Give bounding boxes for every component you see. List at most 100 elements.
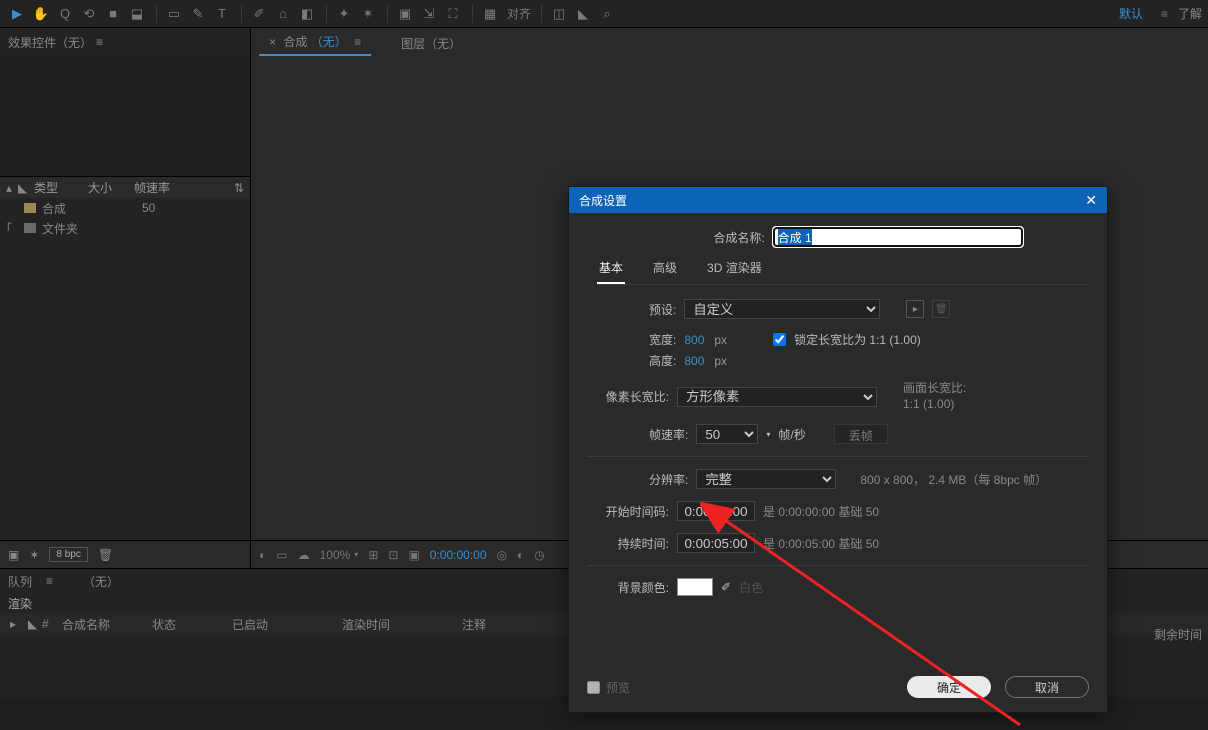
project-row[interactable]: ｢ 文件夹 [0, 218, 250, 238]
col-toggle-icon[interactable]: ▸ [4, 617, 22, 631]
close-icon[interactable]: × [269, 35, 276, 49]
brush-tool-icon[interactable]: ✐ [248, 3, 270, 25]
tag-column-icon[interactable]: ◣ [18, 181, 28, 195]
separator [541, 5, 542, 23]
fps-label: 帧速率: [649, 426, 688, 443]
tab-advanced[interactable]: 高级 [651, 259, 679, 284]
footer-icon[interactable]: ◷ [534, 548, 544, 562]
chevron-down-icon[interactable]: ▾ [766, 430, 770, 439]
separator [156, 5, 157, 23]
save-preset-icon[interactable]: ▸ [906, 300, 924, 318]
grid-icon[interactable]: ▦ [479, 3, 501, 25]
snap-icon[interactable]: ◫ [548, 3, 570, 25]
footer-icon[interactable]: ⊞ [368, 548, 378, 562]
col-comp[interactable]: 合成名称 [56, 616, 146, 633]
preview-checkbox[interactable] [587, 681, 600, 694]
composition-tab[interactable]: × 合成 （无） ≡ [259, 29, 371, 56]
zoom-dropdown[interactable]: 100%▾ [320, 548, 359, 562]
remaining-time-label: 剩余时间 [1154, 626, 1202, 643]
separator [326, 5, 327, 23]
eraser-tool-icon[interactable]: ◧ [296, 3, 318, 25]
col-started[interactable]: 已启动 [226, 616, 336, 633]
duration-input[interactable] [677, 533, 755, 553]
col-size[interactable]: 大小 [88, 179, 128, 196]
roto-tool-icon[interactable]: ✦ [333, 3, 355, 25]
tag-icon[interactable]: ◣ [572, 3, 594, 25]
screen-tool-icon[interactable]: ▣ [394, 3, 416, 25]
pan-behind-tool-icon[interactable]: ⬓ [126, 3, 148, 25]
footer-icon[interactable]: ◎ [497, 548, 507, 562]
left-panel: 效果控件（无） ≡ ▴ ◣ 类型 大小 帧速率 ⇅ 合成 50 ｢ 文件夹 [0, 28, 250, 568]
fps-select[interactable]: 50 [696, 424, 758, 444]
interpret-icon[interactable]: ▣ [8, 548, 19, 562]
par-select[interactable]: 方形像素 [677, 387, 877, 407]
panel-menu-icon[interactable]: ≡ [96, 35, 103, 49]
px-unit: px [714, 354, 727, 368]
flowchart-icon[interactable]: ⇅ [234, 181, 244, 195]
layer-tab[interactable]: 图层（无） [391, 31, 471, 56]
project-row[interactable]: 合成 50 [0, 198, 250, 218]
col-status[interactable]: 状态 [146, 616, 226, 633]
text-tool-icon[interactable]: T [211, 3, 233, 25]
col-render-time[interactable]: 渲染时间 [336, 616, 456, 633]
orbit-tool-icon[interactable]: ⟲ [78, 3, 100, 25]
width-value[interactable]: 800 [684, 333, 704, 347]
workspace-default-link[interactable]: 默认 [1119, 5, 1143, 22]
footer-icon[interactable]: ⊡ [388, 548, 398, 562]
tab-3d-renderer[interactable]: 3D 渲染器 [705, 259, 764, 284]
workspace-learn-link[interactable]: 了解 [1178, 5, 1202, 22]
footer-icon[interactable]: ▭ [276, 548, 287, 562]
col-num[interactable]: # [36, 617, 56, 631]
eyedropper-icon[interactable]: ✐ [721, 580, 731, 594]
start-info: 是 0:00:00:00 基础 50 [763, 503, 879, 520]
sort-icon[interactable]: ▴ [6, 181, 12, 195]
clone-tool-icon[interactable]: ⌂ [272, 3, 294, 25]
effects-panel-tab[interactable]: 效果控件（无） ≡ [0, 28, 250, 56]
bpc-toggle[interactable]: 8 bpc [49, 547, 87, 562]
dialog-titlebar[interactable]: 合成设置 ✕ [569, 187, 1107, 213]
footer-icon[interactable]: ◐ [517, 548, 524, 562]
panel-menu-icon[interactable]: ≡ [46, 574, 53, 588]
rectangle-tool-icon[interactable]: ▭ [163, 3, 185, 25]
delete-preset-icon[interactable]: 🗑 [932, 300, 950, 318]
cancel-button[interactable]: 取消 [1005, 676, 1089, 698]
close-icon[interactable]: ✕ [1085, 192, 1097, 209]
ok-button[interactable]: 确定 [907, 676, 991, 698]
footer-icon[interactable]: ◐ [259, 548, 266, 562]
settings-icon[interactable]: ✶ [29, 548, 39, 562]
zoom-tool-icon[interactable]: Q [54, 3, 76, 25]
top-toolbar: ▶ ✋ Q ⟲ ■ ⬓ ▭ ✎ T ✐ ⌂ ◧ ✦ ✶ ▣ ⇲ ⛶ ▦ 对齐 ◫… [0, 0, 1208, 28]
footer-icon[interactable]: ☁ [298, 548, 310, 562]
camera-tool-icon[interactable]: ■ [102, 3, 124, 25]
resolution-label: 分辨率: [649, 471, 688, 488]
lock-aspect-checkbox[interactable] [773, 333, 786, 346]
hand-tool-icon[interactable]: ✋ [30, 3, 52, 25]
preset-select[interactable]: 自定义 [684, 299, 880, 319]
resolution-select[interactable]: 完整 [696, 469, 836, 489]
search-icon[interactable]: ⌕ [596, 3, 618, 25]
dialog-title-text: 合成设置 [579, 192, 627, 209]
footer-icon[interactable]: ▣ [408, 548, 419, 562]
queue-tab[interactable]: 队列 [8, 573, 32, 590]
dialog-body: 合成名称: 基本 高级 3D 渲染器 预设: 自定义 ▸ 🗑 宽度: 800 p… [569, 213, 1107, 668]
pin-tool-icon[interactable]: ⇲ [418, 3, 440, 25]
panel-menu-icon[interactable]: ≡ [354, 35, 361, 49]
col-tag-icon[interactable]: ◣ [22, 617, 36, 631]
bgcolor-swatch[interactable] [677, 578, 713, 596]
selection-tool-icon[interactable]: ▶ [6, 3, 28, 25]
dropframe-select[interactable]: 丢帧 [834, 424, 888, 444]
comp-name-input[interactable] [773, 227, 1023, 247]
more-icon[interactable]: ≡ [1161, 7, 1168, 21]
col-type[interactable]: 类型 [34, 179, 82, 196]
person-tool-icon[interactable]: ⛶ [442, 3, 464, 25]
tab-basic[interactable]: 基本 [597, 259, 625, 284]
current-time[interactable]: 0:00:00:00 [430, 548, 487, 562]
start-timecode-input[interactable] [677, 501, 755, 521]
trash-icon[interactable]: 🗑 [98, 548, 113, 562]
height-value[interactable]: 800 [684, 354, 704, 368]
col-fps[interactable]: 帧速率 [134, 179, 170, 196]
puppet-tool-icon[interactable]: ✶ [357, 3, 379, 25]
dialog-buttons: 确定 取消 [907, 676, 1089, 698]
pen-tool-icon[interactable]: ✎ [187, 3, 209, 25]
col-notes[interactable]: 注释 [456, 616, 492, 633]
